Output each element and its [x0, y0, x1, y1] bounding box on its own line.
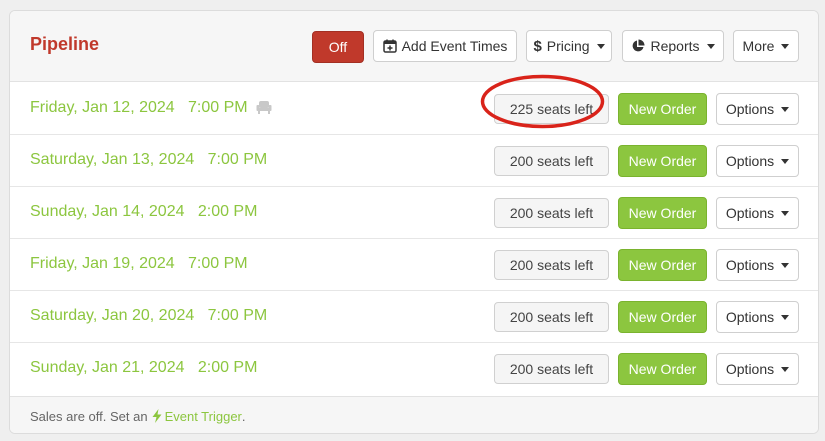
seats-left-label: 200 seats left: [509, 361, 594, 377]
event-time: 2:00 PM: [197, 359, 258, 376]
event-date-link[interactable]: Saturday, Jan 13, 2024 7:00 PM: [30, 151, 267, 169]
options-label: Options: [725, 153, 775, 169]
event-date-link[interactable]: Saturday, Jan 20, 2024 7:00 PM: [30, 307, 267, 325]
seats-left-label: 200 seats left: [509, 257, 594, 273]
panel-header: Pipeline Off Add Event Times $ Pricing R…: [10, 11, 818, 82]
seats-left-label: 200 seats left: [509, 309, 594, 325]
pricing-label: Pricing: [546, 38, 590, 54]
options-label: Options: [725, 361, 775, 377]
pricing-dropdown[interactable]: $ Pricing: [526, 30, 612, 62]
lightning-icon: [152, 409, 162, 423]
footer-period: .: [241, 408, 246, 424]
event-date: Saturday, Jan 20, 2024: [30, 307, 195, 324]
event-date-link[interactable]: Friday, Jan 19, 2024 7:00 PM: [30, 255, 248, 273]
options-dropdown[interactable]: Options: [716, 145, 799, 177]
seats-left-label: 200 seats left: [509, 153, 594, 169]
new-order-button[interactable]: New Order: [618, 353, 707, 385]
new-order-button[interactable]: New Order: [618, 93, 707, 125]
page-title: Pipeline: [30, 34, 100, 54]
calendar-plus-icon: [382, 39, 397, 53]
options-dropdown[interactable]: Options: [716, 249, 799, 281]
new-order-button[interactable]: New Order: [618, 249, 707, 281]
add-event-times-button[interactable]: Add Event Times: [373, 30, 517, 62]
event-date: Sunday, Jan 21, 2024: [30, 359, 185, 376]
options-dropdown[interactable]: Options: [716, 301, 799, 333]
new-order-label: New Order: [628, 205, 697, 221]
seats-left-button[interactable]: 200 seats left: [494, 146, 609, 176]
panel-footer: Sales are off. Set an Event Trigger .: [10, 396, 818, 433]
event-trigger-link[interactable]: Event Trigger: [152, 409, 242, 424]
event-row: Sunday, Jan 21, 2024 2:00 PM 200 seats l…: [10, 343, 818, 395]
reports-label: Reports: [650, 38, 700, 54]
options-label: Options: [725, 205, 775, 221]
chevron-down-icon: [781, 158, 790, 164]
new-order-label: New Order: [628, 153, 697, 169]
chevron-down-icon: [781, 366, 790, 372]
chevron-down-icon: [781, 106, 790, 112]
event-trigger-label: Event Trigger: [164, 408, 242, 424]
event-time: 7:00 PM: [207, 151, 268, 168]
chevron-down-icon: [781, 314, 790, 320]
seats-left-button[interactable]: 200 seats left: [494, 302, 609, 332]
event-time: 7:00 PM: [207, 307, 268, 324]
event-time: 7:00 PM: [188, 99, 248, 116]
seats-left-button[interactable]: 200 seats left: [494, 198, 609, 228]
event-time: 2:00 PM: [197, 203, 258, 220]
event-date: Friday, Jan 19, 2024: [30, 255, 175, 272]
event-date: Saturday, Jan 13, 2024: [30, 151, 195, 168]
new-order-label: New Order: [628, 309, 697, 325]
event-time: 7:00 PM: [188, 255, 248, 272]
options-dropdown[interactable]: Options: [716, 197, 799, 229]
seats-left-button[interactable]: 200 seats left: [494, 250, 609, 280]
add-event-times-label: Add Event Times: [401, 38, 508, 54]
options-dropdown[interactable]: Options: [716, 353, 799, 385]
seats-left-label: 225 seats left: [509, 101, 594, 117]
reports-dropdown[interactable]: Reports: [622, 30, 724, 62]
chevron-down-icon: [781, 43, 790, 49]
dollar-icon: $: [533, 37, 542, 55]
event-row: Friday, Jan 12, 2024 7:00 PM 225 seats l…: [10, 83, 818, 135]
seats-left-button[interactable]: 200 seats left: [494, 354, 609, 384]
off-label: Off: [328, 39, 348, 55]
chevron-down-icon: [706, 43, 715, 49]
event-row: Saturday, Jan 13, 2024 7:00 PM 200 seats…: [10, 135, 818, 187]
new-order-label: New Order: [628, 101, 697, 117]
chevron-down-icon: [781, 210, 790, 216]
more-label: More: [742, 38, 775, 54]
new-order-label: New Order: [628, 361, 697, 377]
event-row: Friday, Jan 19, 2024 7:00 PM 200 seats l…: [10, 239, 818, 291]
event-date-link[interactable]: Friday, Jan 12, 2024 7:00 PM: [30, 99, 248, 117]
options-label: Options: [725, 309, 775, 325]
event-list: Friday, Jan 12, 2024 7:00 PM 225 seats l…: [10, 83, 818, 395]
sales-off-button[interactable]: Off: [312, 31, 364, 63]
pipeline-panel: Pipeline Off Add Event Times $ Pricing R…: [9, 10, 819, 434]
new-order-label: New Order: [628, 257, 697, 273]
seat-icon: [256, 100, 272, 119]
new-order-button[interactable]: New Order: [618, 301, 707, 333]
seats-left-button[interactable]: 225 seats left: [494, 94, 609, 124]
event-date: Sunday, Jan 14, 2024: [30, 203, 185, 220]
more-dropdown[interactable]: More: [733, 30, 799, 62]
event-date: Friday, Jan 12, 2024: [30, 99, 175, 116]
footer-text: Sales are off. Set an: [30, 408, 148, 424]
event-row: Saturday, Jan 20, 2024 7:00 PM 200 seats…: [10, 291, 818, 343]
event-date-link[interactable]: Sunday, Jan 21, 2024 2:00 PM: [30, 359, 257, 377]
seats-left-label: 200 seats left: [509, 205, 594, 221]
chevron-down-icon: [596, 43, 605, 49]
options-label: Options: [725, 101, 775, 117]
options-label: Options: [725, 257, 775, 273]
event-row: Sunday, Jan 14, 2024 2:00 PM 200 seats l…: [10, 187, 818, 239]
pie-chart-icon: [631, 39, 645, 53]
chevron-down-icon: [781, 262, 790, 268]
new-order-button[interactable]: New Order: [618, 145, 707, 177]
new-order-button[interactable]: New Order: [618, 197, 707, 229]
event-date-link[interactable]: Sunday, Jan 14, 2024 2:00 PM: [30, 203, 257, 221]
options-dropdown[interactable]: Options: [716, 93, 799, 125]
